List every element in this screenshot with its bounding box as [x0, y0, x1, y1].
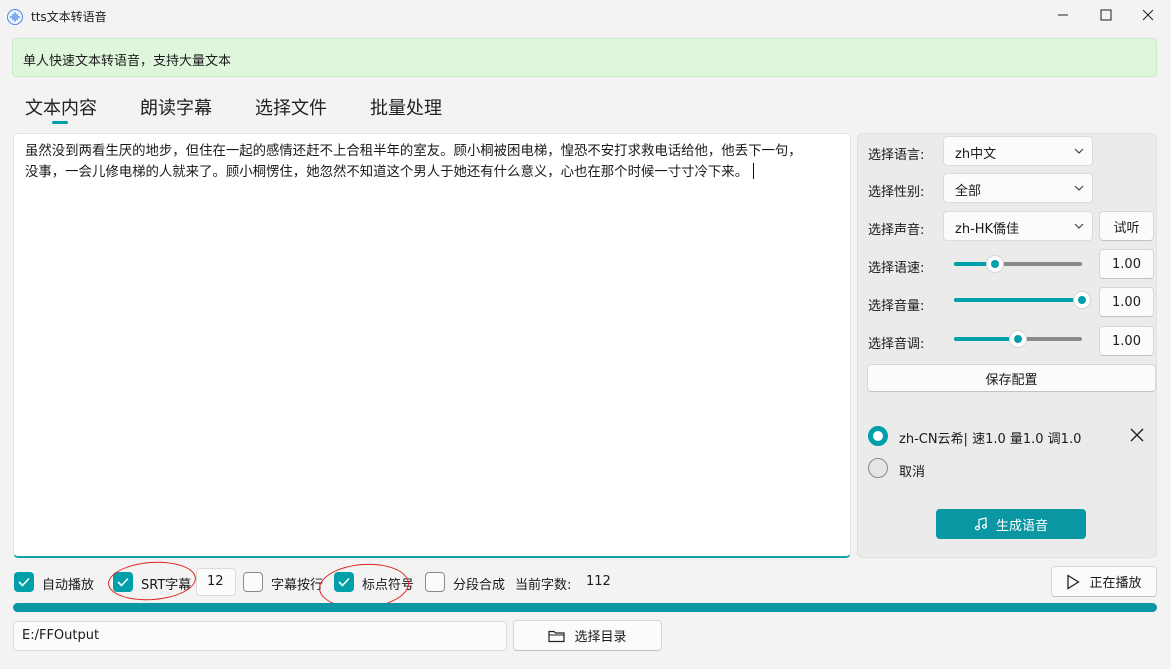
gender-label: 选择性别:	[868, 185, 925, 200]
pitch-value: 1.00	[1112, 333, 1141, 349]
audition-label: 试听	[1113, 220, 1140, 236]
segment-checkbox[interactable]	[425, 572, 445, 592]
cancel-radio[interactable]	[868, 458, 888, 478]
char-count-label: 当前字数:	[515, 578, 572, 593]
app-waveform-icon	[7, 9, 23, 25]
minimize-button[interactable]	[1040, 0, 1086, 30]
play-icon	[1067, 573, 1081, 590]
subtitle-wrap-checkbox[interactable]	[243, 572, 263, 592]
cancel-radio-label: 取消	[899, 465, 926, 480]
chevron-down-icon	[1074, 148, 1084, 154]
audition-button[interactable]: 试听	[1099, 211, 1154, 241]
text-editor[interactable]: 虽然没到两看生厌的地步，但住在一起的感情还赶不上合租半年的室友。顾小桐被困电梯，…	[13, 133, 851, 558]
pitch-slider-thumb[interactable]	[1009, 330, 1027, 348]
music-note-icon	[974, 517, 988, 531]
settings-panel: 选择语言: zh中文 选择性别: 全部 选择声音: zh-HK僑佳 试听 选择语…	[857, 133, 1157, 558]
queue-item-label: zh-CN云希| 速1.0 量1.0 调1.0	[899, 432, 1082, 447]
editor-line-1: 虽然没到两看生厌的地步，但住在一起的感情还赶不上合租半年的室友。顾小桐被困电梯，…	[25, 144, 802, 159]
title-bar: tts文本转语音	[0, 0, 1171, 32]
editor-line-2: 没事，一会儿修电梯的人就来了。顾小桐愣住，她忽然不知道这个男人于她还有什么意义，…	[25, 165, 749, 180]
save-config-button[interactable]: 保存配置	[867, 364, 1156, 392]
volume-value-box[interactable]: 1.00	[1099, 287, 1154, 317]
language-value: zh中文	[955, 147, 997, 162]
tab-read-subtitles[interactable]: 朗读字幕	[140, 94, 212, 120]
remove-item-icon[interactable]	[1130, 428, 1144, 442]
pitch-slider[interactable]	[954, 330, 1082, 348]
chevron-down-icon	[1074, 223, 1084, 229]
speed-value-box[interactable]: 1.00	[1099, 249, 1154, 279]
autoplay-label: 自动播放	[42, 578, 95, 593]
select-directory-button[interactable]: 选择目录	[513, 620, 662, 651]
pitch-value-box[interactable]: 1.00	[1099, 326, 1154, 356]
gender-select[interactable]: 全部	[943, 173, 1093, 203]
gender-value: 全部	[955, 184, 982, 199]
voice-select[interactable]: zh-HK僑佳	[943, 211, 1093, 241]
generate-speech-button[interactable]: 生成语音	[936, 509, 1086, 539]
chevron-down-icon	[1074, 185, 1084, 191]
close-icon	[1142, 9, 1154, 21]
window-title: tts文本转语音	[31, 10, 107, 24]
now-playing-label: 正在播放	[1089, 576, 1142, 591]
volume-value: 1.00	[1112, 294, 1141, 310]
srt-size-input[interactable]: 12	[196, 568, 236, 596]
tab-select-file[interactable]: 选择文件	[255, 94, 327, 120]
output-path-input[interactable]: E:/FFOutput	[13, 621, 507, 651]
close-window-button[interactable]	[1125, 0, 1171, 30]
volume-slider-thumb[interactable]	[1073, 291, 1091, 309]
voice-value: zh-HK僑佳	[955, 222, 1020, 237]
speed-value: 1.00	[1112, 256, 1141, 272]
tab-batch[interactable]: 批量处理	[370, 94, 442, 120]
active-tab-indicator	[52, 121, 68, 124]
progress-bar	[13, 603, 1157, 612]
select-directory-label: 选择目录	[574, 630, 627, 645]
folder-icon	[548, 630, 566, 642]
speed-label: 选择语速:	[868, 261, 925, 276]
speed-slider-thumb[interactable]	[985, 255, 1004, 273]
minimize-icon	[1058, 14, 1068, 16]
maximize-button[interactable]	[1083, 0, 1129, 30]
char-count-value: 112	[586, 574, 611, 589]
annotation-ellipse-srt	[106, 558, 198, 604]
maximize-icon	[1100, 9, 1112, 21]
text-caret	[753, 163, 755, 179]
save-config-label: 保存配置	[985, 372, 1038, 388]
volume-slider-fill	[954, 298, 1082, 302]
segment-label: 分段合成	[453, 578, 506, 593]
subtitle-wrap-label: 字幕按行	[271, 578, 324, 593]
autoplay-checkbox[interactable]	[14, 572, 34, 592]
queue-radio-selected[interactable]	[868, 426, 888, 446]
srt-size-value: 12	[207, 574, 224, 589]
voice-label: 选择声音:	[868, 223, 925, 238]
tab-text-content[interactable]: 文本内容	[25, 94, 97, 120]
speed-slider[interactable]	[954, 255, 1082, 273]
language-select[interactable]: zh中文	[943, 136, 1093, 166]
generate-label: 生成语音	[995, 518, 1048, 534]
volume-label: 选择音量:	[868, 299, 925, 314]
language-label: 选择语言:	[868, 148, 925, 163]
volume-slider[interactable]	[954, 291, 1091, 309]
output-path-value: E:/FFOutput	[22, 628, 100, 643]
pitch-label: 选择音调:	[868, 337, 925, 352]
now-playing-button[interactable]: 正在播放	[1051, 566, 1157, 597]
info-banner: 单人快速文本转语音，支持大量文本	[12, 38, 1157, 77]
banner-text: 单人快速文本转语音，支持大量文本	[23, 54, 232, 69]
checkmark-icon	[18, 577, 30, 587]
